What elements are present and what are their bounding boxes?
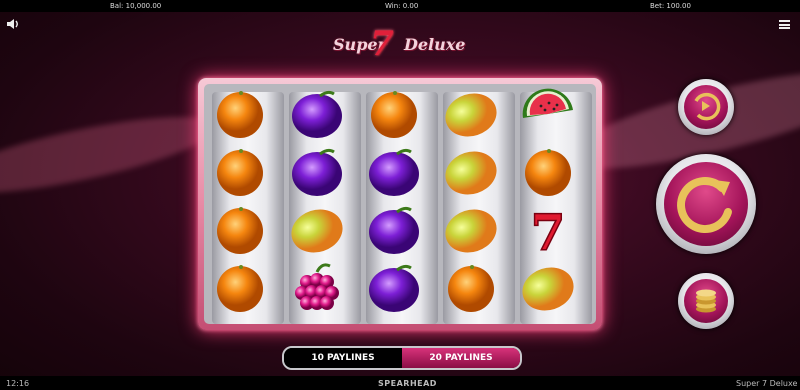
orange-symbol bbox=[442, 262, 500, 314]
orange-symbol bbox=[211, 204, 269, 256]
lemon-symbol bbox=[442, 146, 500, 198]
watermelon-symbol bbox=[519, 88, 577, 140]
orange-symbol bbox=[211, 146, 269, 198]
svg-text:7: 7 bbox=[531, 204, 566, 256]
orange-symbol bbox=[365, 88, 423, 140]
lemon-symbol bbox=[519, 262, 577, 314]
plum-symbol bbox=[288, 88, 346, 140]
win-label: Win: 0.00 bbox=[385, 2, 419, 10]
game-name-label: Super 7 Deluxe bbox=[736, 379, 798, 388]
bg-light-streak bbox=[0, 101, 223, 209]
autoplay-icon bbox=[694, 92, 721, 121]
autoplay-button[interactable] bbox=[678, 79, 734, 135]
lemon-symbol bbox=[288, 204, 346, 256]
bet-label: Bet: 100.00 bbox=[650, 2, 691, 10]
top-status-bar: Bal: 10,000.00 Win: 0.00 Bet: 100.00 bbox=[0, 0, 800, 12]
paylines-selector: 10 PAYLINES 20 PAYLINES bbox=[282, 346, 522, 370]
paylines-10-button[interactable]: 10 PAYLINES bbox=[284, 348, 402, 368]
clock-label: 12:16 bbox=[6, 379, 30, 388]
brand-label: SPEARHEAD bbox=[378, 379, 437, 388]
lemon-symbol bbox=[442, 88, 500, 140]
paylines-20-button[interactable]: 20 PAYLINES bbox=[402, 348, 520, 368]
plum-symbol bbox=[365, 204, 423, 256]
game-title-deluxe: Deluxe bbox=[404, 35, 466, 54]
seven-symbol: 7 bbox=[519, 202, 577, 263]
lemon-symbol bbox=[442, 204, 500, 256]
plum-symbol bbox=[365, 262, 423, 314]
game-title-seven: 7 bbox=[370, 24, 394, 64]
orange-symbol bbox=[519, 146, 577, 198]
plum-symbol bbox=[365, 146, 423, 198]
grapes-symbol bbox=[288, 262, 346, 314]
orange-symbol bbox=[211, 88, 269, 140]
plum-symbol bbox=[288, 146, 346, 198]
spin-button[interactable] bbox=[656, 154, 756, 254]
balance-label: Bal: 10,000.00 bbox=[110, 2, 162, 10]
bottom-status-bar: 12:16 SPEARHEAD Super 7 Deluxe bbox=[0, 376, 800, 390]
spin-icon bbox=[677, 177, 732, 233]
bet-button[interactable] bbox=[678, 273, 734, 329]
speaker-icon[interactable] bbox=[6, 17, 20, 31]
hamburger-menu-icon[interactable] bbox=[779, 20, 790, 29]
orange-symbol bbox=[211, 262, 269, 314]
coin-stack-icon bbox=[696, 289, 716, 313]
